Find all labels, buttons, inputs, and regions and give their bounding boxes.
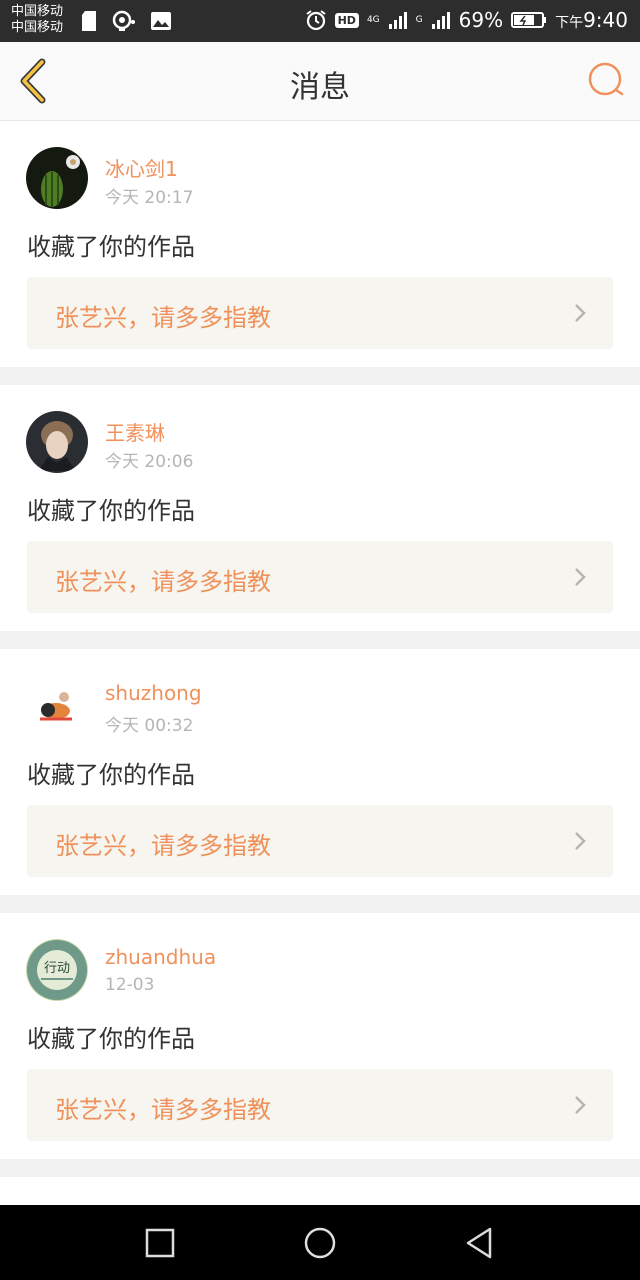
avatar[interactable] xyxy=(26,147,88,209)
signal-icon-2 xyxy=(431,12,450,29)
work-link[interactable]: 张艺兴，请多多指教 xyxy=(27,541,613,613)
clock-prefix: 下午 xyxy=(555,15,584,31)
message-list: 冰心剑1 今天 20:17 收藏了你的作品 张艺兴，请多多指教 王素琳 今天 2… xyxy=(0,121,640,1217)
username[interactable]: 冰心剑1 xyxy=(105,153,178,182)
work-title: 张艺兴，请多多指教 xyxy=(55,304,271,332)
action-text: 收藏了你的作品 xyxy=(27,233,195,261)
signal-icon xyxy=(388,12,407,29)
battery-percent: 69% xyxy=(458,8,504,32)
action-text: 收藏了你的作品 xyxy=(27,497,195,525)
clock-time: 9:40 xyxy=(583,8,628,32)
hd-badge: HD xyxy=(334,12,359,28)
status-icons-left xyxy=(80,10,172,32)
chevron-right-icon xyxy=(575,568,586,586)
hotspot-icon xyxy=(112,10,135,31)
avatar[interactable]: 行动 xyxy=(26,939,88,1001)
message-card: 王素琳 今天 20:06 收藏了你的作品 张艺兴，请多多指教 xyxy=(0,385,640,631)
username[interactable]: 王素琳 xyxy=(105,417,165,446)
chevron-right-icon xyxy=(575,832,586,850)
message-time: 今天 00:32 xyxy=(105,716,194,736)
cactus-avatar xyxy=(26,147,88,209)
chevron-right-icon xyxy=(575,304,586,322)
avatar[interactable] xyxy=(26,675,88,737)
message-time: 今天 20:17 xyxy=(105,188,194,208)
chevron-right-icon xyxy=(575,1096,586,1114)
network-g: G xyxy=(415,14,423,25)
search-button[interactable] xyxy=(586,60,626,100)
status-icons-right: HD 4G G 69% 下午9:40 xyxy=(305,8,628,32)
message-time: 12-03 xyxy=(105,975,155,995)
carrier-1: 中国移动 xyxy=(11,4,64,19)
clock: 下午9:40 xyxy=(555,8,628,32)
page-title: 消息 xyxy=(290,70,350,105)
network-4g: 4G xyxy=(366,14,380,25)
image-icon xyxy=(151,12,171,30)
work-title: 张艺兴，请多多指教 xyxy=(55,1096,271,1124)
carrier-labels: 中国移动 中国移动 xyxy=(11,4,63,36)
portrait-avatar xyxy=(26,411,88,473)
work-link[interactable]: 张艺兴，请多多指教 xyxy=(27,277,613,349)
message-time: 今天 20:06 xyxy=(105,452,194,472)
username[interactable]: shuzhong xyxy=(105,681,202,705)
work-title: 张艺兴，请多多指教 xyxy=(55,832,271,860)
avatar-text: 行动 xyxy=(44,961,70,976)
message-card: 行动 zhuandhua 12-03 收藏了你的作品 张艺兴，请多多指教 xyxy=(0,913,640,1159)
work-title: 张艺兴，请多多指教 xyxy=(55,568,271,596)
status-bar: 中国移动 中国移动 HD 4G G 69% 下午9:40 xyxy=(0,0,640,42)
username[interactable]: zhuandhua xyxy=(105,945,216,969)
action-avatar: 行动 xyxy=(26,939,88,1001)
cartoon-avatar xyxy=(26,675,88,737)
work-link[interactable]: 张艺兴，请多多指教 xyxy=(27,1069,613,1141)
recents-square-icon[interactable] xyxy=(142,1225,178,1261)
carrier-2: 中国移动 xyxy=(11,20,64,35)
action-text: 收藏了你的作品 xyxy=(27,761,195,789)
battery-icon xyxy=(511,12,547,28)
message-card: 冰心剑1 今天 20:17 收藏了你的作品 张艺兴，请多多指教 xyxy=(0,121,640,367)
system-nav-bar xyxy=(0,1205,640,1280)
avatar[interactable] xyxy=(26,411,88,473)
screen: 中国移动 中国移动 HD 4G G 69% 下午9:40 消息 冰心剑1 今天 … xyxy=(0,0,640,1280)
message-card: shuzhong 今天 00:32 收藏了你的作品 张艺兴，请多多指教 xyxy=(0,649,640,895)
search-icon xyxy=(588,62,624,96)
header: 消息 xyxy=(0,42,640,121)
home-circle-icon[interactable] xyxy=(302,1225,338,1261)
action-text: 收藏了你的作品 xyxy=(27,1025,195,1053)
sd-card-icon xyxy=(82,11,96,31)
alarm-icon xyxy=(305,10,326,31)
work-link[interactable]: 张艺兴，请多多指教 xyxy=(27,805,613,877)
back-triangle-icon[interactable] xyxy=(462,1225,498,1261)
